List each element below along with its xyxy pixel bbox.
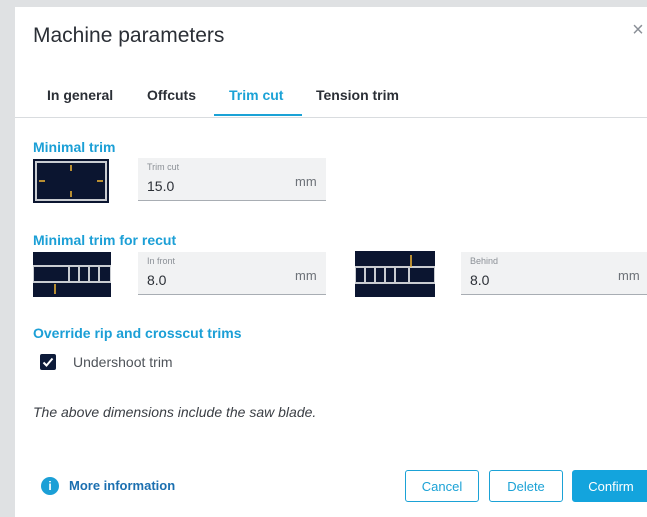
checkmark-icon [42, 357, 54, 367]
confirm-button[interactable]: Confirm [572, 470, 647, 502]
behind-label: Behind [470, 256, 499, 266]
trim-cut-label: Trim cut [147, 162, 180, 172]
behind-field[interactable]: Behind 8.0 mm [461, 252, 647, 295]
tab-offcuts[interactable]: Offcuts [147, 87, 196, 103]
undershoot-trim-label[interactable]: Undershoot trim [73, 354, 173, 370]
undershoot-trim-checkbox[interactable] [40, 354, 56, 370]
dialog-title: Machine parameters [33, 24, 225, 47]
trim-cut-unit: mm [295, 174, 317, 189]
machine-parameters-dialog: Machine parameters × In general Offcuts … [15, 7, 647, 517]
delete-button[interactable]: Delete [489, 470, 563, 502]
override-title: Override rip and crosscut trims [33, 325, 242, 341]
tab-in-general[interactable]: In general [47, 87, 113, 103]
behind-value: 8.0 [470, 272, 490, 288]
in-front-field[interactable]: In front 8.0 mm [138, 252, 326, 295]
behind-unit: mm [618, 268, 640, 283]
recut-behind-illustration [354, 251, 436, 297]
info-icon[interactable]: i [41, 477, 59, 495]
in-front-label: In front [147, 256, 176, 266]
active-tab-underline [214, 114, 302, 116]
close-icon[interactable]: × [629, 20, 647, 40]
cancel-button[interactable]: Cancel [405, 470, 479, 502]
saw-blade-note: The above dimensions include the saw bla… [33, 404, 317, 420]
tab-tension-trim[interactable]: Tension trim [316, 87, 399, 103]
more-information-link[interactable]: More information [69, 478, 175, 493]
tab-bar: In general Offcuts Trim cut Tension trim [15, 77, 647, 118]
trim-cut-field[interactable]: Trim cut 15.0 mm [138, 158, 326, 201]
recut-title: Minimal trim for recut [33, 232, 177, 248]
minimal-trim-illustration [33, 159, 109, 203]
in-front-value: 8.0 [147, 272, 167, 288]
trim-cut-value: 15.0 [147, 178, 175, 194]
tab-trim-cut[interactable]: Trim cut [229, 87, 283, 103]
in-front-unit: mm [295, 268, 317, 283]
minimal-trim-title: Minimal trim [33, 139, 116, 155]
recut-front-illustration [32, 252, 112, 297]
